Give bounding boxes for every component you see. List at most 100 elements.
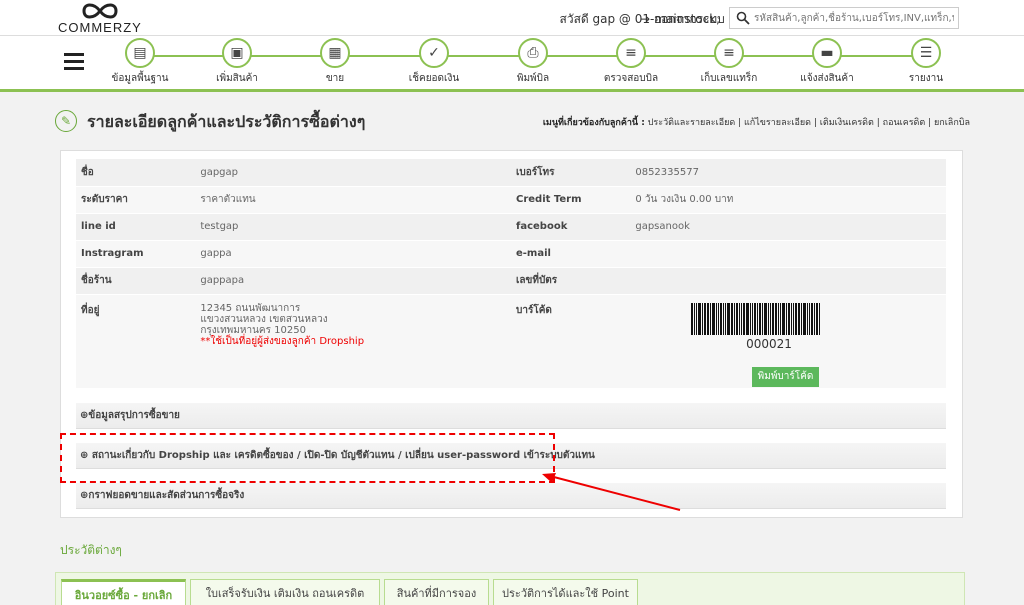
hamburger-menu-icon[interactable] xyxy=(64,53,84,71)
table-row: ชื่อ gapgap เบอร์โทร 0852335577 xyxy=(76,159,946,187)
barcode-bar xyxy=(723,303,724,335)
summary-section-toggle[interactable]: ⊕ข้อมูลสรุปการซื้อขาย xyxy=(76,403,946,429)
printer-icon: ⎙ xyxy=(518,38,548,68)
box-icon: ▣ xyxy=(222,38,252,68)
nav-item-tracking[interactable]: ≡ เก็บเลขแทร็ก xyxy=(694,38,764,86)
barcode-bar xyxy=(762,303,763,335)
nav-label: เช็คยอดเงิน xyxy=(408,73,460,84)
barcode-bar xyxy=(739,303,740,335)
global-search[interactable] xyxy=(729,7,959,29)
related-menu: เมนูที่เกี่ยวข้องกับลูกค้านี้ : ประวัติแ… xyxy=(543,115,970,129)
section-label: ข้อมูลสรุปการซื้อขาย xyxy=(88,410,180,421)
address-label: ที่อยู่ xyxy=(76,294,196,389)
barcode-bar xyxy=(698,303,701,335)
address-line: กรุงเทพมหานคร 10250 xyxy=(200,324,306,336)
logout-label: ออกจากระบบ xyxy=(653,12,725,26)
related-menu-label: เมนูที่เกี่ยวข้องกับลูกค้านี้ : xyxy=(542,118,645,128)
nav-item-report[interactable]: ☰ รายงาน xyxy=(891,38,961,86)
barcode-image: 000021 xyxy=(691,303,851,351)
nav-label: เพิ่มสินค้า xyxy=(216,73,258,84)
barcode-bar xyxy=(710,303,711,335)
nav-item-check-money[interactable]: ✓ เช็คยอดเงิน xyxy=(399,38,469,86)
shop-name-label: ชื่อร้าน xyxy=(76,267,196,295)
barcode-number: 000021 xyxy=(746,337,792,351)
barcode-bar xyxy=(759,303,761,335)
greeting-prefix: สวัสดี xyxy=(559,12,589,26)
barcode-scanner-icon: ≡ xyxy=(616,38,646,68)
main-navigation: ▤ ข้อมูลพื้นฐาน ▣ เพิ่มสินค้า ▦ ขาย ✓ เช… xyxy=(0,36,1024,92)
nav-item-add-product[interactable]: ▣ เพิ่มสินค้า xyxy=(202,38,272,86)
barcode-bar xyxy=(801,303,802,335)
history-tabs: อินวอยซ์ซื้อ - ยกเลิก ใบเสร็จรับเงิน เติ… xyxy=(55,572,965,605)
barcode-bar xyxy=(720,303,722,335)
table-row: ระดับราคา ราคาตัวแทน Credit Term 0 วัน ว… xyxy=(76,186,946,214)
barcode-bars xyxy=(691,303,847,335)
barcode-bar xyxy=(772,303,774,335)
barcode-bar xyxy=(691,303,693,335)
barcode-bar xyxy=(702,303,703,335)
nav-item-verify-bill[interactable]: ≡ ตรวจสอบบิล xyxy=(596,38,666,86)
check-money-icon: ✓ xyxy=(419,38,449,68)
search-icon xyxy=(736,11,750,25)
email-value xyxy=(630,240,946,268)
nav-label: ข้อมูลพื้นฐาน xyxy=(111,73,169,84)
barcode-bar xyxy=(743,303,745,335)
card-number-label: เลขที่บัตร xyxy=(510,267,631,295)
dropship-address-note: **ใช้เป็นที่อยู่ผู้ส่งของลูกค้า Dropship xyxy=(200,335,365,347)
barcode-bar xyxy=(731,303,733,335)
customer-info-table: ชื่อ gapgap เบอร์โทร 0852335577 ระดับราค… xyxy=(76,159,946,389)
barcode-bar xyxy=(741,303,742,335)
barcode-bar xyxy=(816,303,818,335)
credit-term-label: Credit Term xyxy=(510,186,631,214)
scanner-icon: ≡ xyxy=(714,38,744,68)
address-value: 12345 ถนนพัฒนาการ แขวงสวนหลวง เขตสวนหลวง… xyxy=(195,294,511,389)
truck-icon: ▬ xyxy=(812,38,842,68)
customer-icon: ✎ xyxy=(55,110,77,132)
barcode-bar xyxy=(793,303,794,335)
nav-item-print-bill[interactable]: ⎙ พิมพ์บิล xyxy=(498,38,568,86)
barcode-bar xyxy=(716,303,717,335)
nav-label: ขาย xyxy=(325,73,345,84)
address-line: แขวงสวนหลวง เขตสวนหลวง xyxy=(200,313,328,325)
shop-name-value: gappapa xyxy=(195,267,511,295)
page-header: ✎ รายละเอียดลูกค้าและประวัติการซื้อต่างๆ… xyxy=(55,108,970,136)
database-icon: ▤ xyxy=(125,38,155,68)
barcode-bar xyxy=(757,303,758,335)
tab-invoices[interactable]: อินวอยซ์ซื้อ - ยกเลิก xyxy=(61,579,186,605)
commerzy-logo[interactable]: COMMERZY xyxy=(58,2,148,35)
barcode-bar xyxy=(788,303,790,335)
price-level-value: ราคาตัวแทน xyxy=(195,186,511,214)
barcode-bar xyxy=(707,303,709,335)
barcode-bar xyxy=(775,303,777,335)
price-level-label: ระดับราคา xyxy=(76,186,196,214)
nav-item-basic-data[interactable]: ▤ ข้อมูลพื้นฐาน xyxy=(105,38,175,86)
search-input[interactable] xyxy=(754,10,954,26)
print-barcode-button[interactable]: พิมพ์บาร์โค้ด xyxy=(752,367,819,387)
barcode-bar xyxy=(718,303,719,335)
tab-reserved-products[interactable]: สินค้าที่มีการจอง xyxy=(384,579,489,605)
nav-label: เก็บเลขแทร็ก xyxy=(700,73,758,84)
logo-text: COMMERZY xyxy=(58,20,142,35)
nav-item-sell[interactable]: ▦ ขาย xyxy=(300,38,370,86)
tab-points[interactable]: ประวัติการได้และใช้ Point xyxy=(493,579,638,605)
table-row: line id testgap facebook gapsanook xyxy=(76,213,946,241)
infinity-icon xyxy=(82,3,118,19)
barcode-bar xyxy=(725,303,726,335)
barcode-bar xyxy=(746,303,749,335)
barcode-bar xyxy=(754,303,756,335)
barcode-bar xyxy=(814,303,815,335)
credit-term-value: 0 วัน วงเงิน 0.00 บาท xyxy=(630,186,946,214)
barcode-bar xyxy=(770,303,771,335)
section-label: กราฟยอดขายและสัดส่วนการซื้อจริง xyxy=(88,490,245,501)
barcode-bar xyxy=(704,303,706,335)
nav-label: แจ้งส่งสินค้า xyxy=(800,73,854,84)
barcode-bar xyxy=(752,303,753,335)
barcode-bar xyxy=(727,303,730,335)
tab-receipts[interactable]: ใบเสร็จรับเงิน เติมเงิน ถอนเครดิต xyxy=(190,579,380,605)
card-number-value xyxy=(630,267,946,295)
logout-link[interactable]: → ออกจากระบบ xyxy=(640,10,725,29)
related-menu-links[interactable]: ประวัติและรายละเอียด | แก้ไขรายละเอียด |… xyxy=(648,118,970,128)
top-bar: COMMERZY สวัสดี gap @ 01-mainstock, → ออ… xyxy=(0,0,1024,36)
graph-section-toggle[interactable]: ⊕กราฟยอดขายและสัดส่วนการซื้อจริง xyxy=(76,483,946,509)
nav-item-shipping[interactable]: ▬ แจ้งส่งสินค้า xyxy=(792,38,862,86)
